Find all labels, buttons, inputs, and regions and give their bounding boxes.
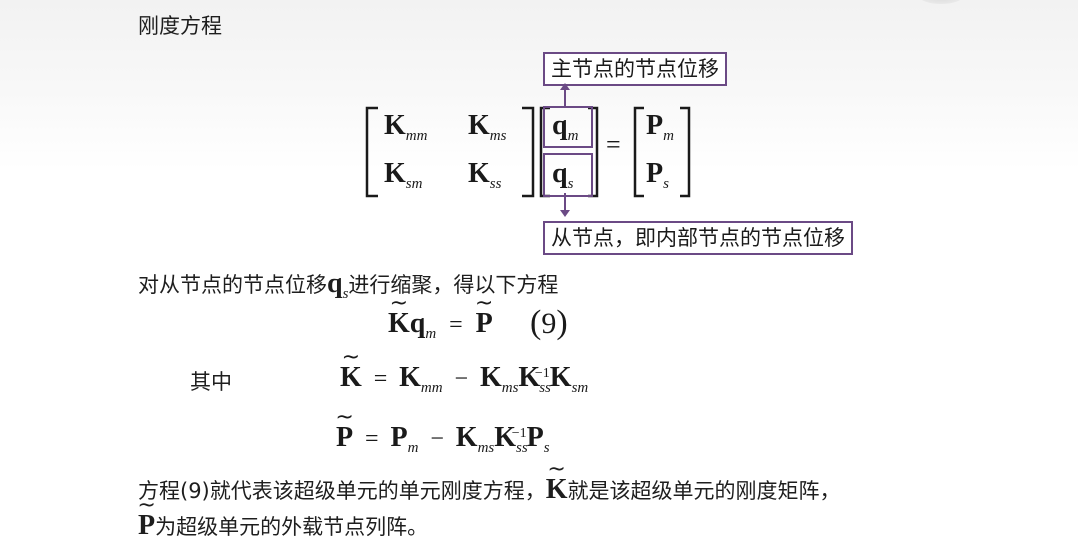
equation-9-label: (9) — [530, 304, 568, 341]
equation-9: Kqm = P — [388, 306, 493, 343]
p-s: Ps — [646, 158, 669, 192]
condensation-sentence: 对从节点的节点位移qs进行缩聚，得以下方程 — [138, 268, 559, 302]
k-tilde-definition: K = Kmm − KmsKss−1Ksm — [340, 360, 588, 397]
callout-master-displacement: 主节点的节点位移 — [543, 52, 727, 86]
where-label: 其中 — [190, 370, 232, 394]
p-m: Pm — [646, 110, 674, 144]
k-ss: Kss — [468, 158, 502, 192]
page-title: 刚度方程 — [138, 14, 222, 38]
p-tilde-definition: P = Pm − KmsKss−1Ps — [336, 420, 550, 457]
arrow-down-icon — [560, 193, 570, 217]
equals-sign: = — [606, 130, 621, 159]
conclusion-line-2: P为超级单元的外载节点列阵。 — [138, 510, 428, 542]
k-sm: Ksm — [384, 158, 423, 192]
k-mm: Kmm — [384, 110, 428, 144]
slide-corner-decoration — [918, 0, 964, 4]
k-ms: Kms — [468, 110, 507, 144]
left-bracket-close — [522, 106, 535, 198]
callout-slave-displacement: 从节点，即内部节点的节点位移 — [543, 221, 853, 255]
q-s: qs — [552, 158, 574, 192]
left-bracket-open — [365, 106, 378, 198]
arrow-up-icon — [560, 83, 570, 108]
q-m: qm — [552, 110, 579, 144]
conclusion-line-1: 方程(9)就代表该超级单元的单元刚度方程，K就是该超级单元的刚度矩阵， — [138, 474, 841, 506]
